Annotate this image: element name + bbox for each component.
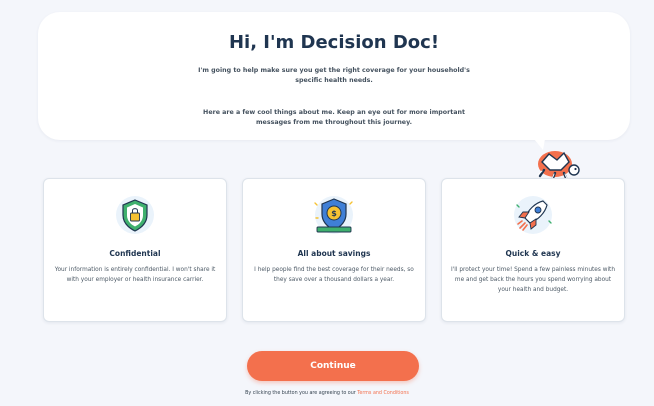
turtle-mascot-icon [537,151,580,180]
speech-bubble-tail [525,128,547,150]
consent-prefix: By clicking the button you are agreeing … [245,391,356,396]
feature-card-savings: $ All about savings I help people find t… [242,178,426,322]
continue-button[interactable]: Continue [247,351,419,381]
terms-consent-text: By clicking the button you are agreeing … [0,391,654,396]
terms-link[interactable]: Terms and Conditions [357,391,409,396]
speech-bubble: Hi, I'm Decision Doc! I'm going to help … [38,12,630,140]
rocket-icon [514,196,552,234]
page-title: Hi, I'm Decision Doc! [228,32,440,53]
svg-text:$: $ [331,209,337,218]
feature-card-quick-easy: Quick & easy I'll protect your time! Spe… [441,178,625,322]
feature-card-confidential: Confidential Your information is entirel… [43,178,227,322]
intro-text: I'm going to help make sure you get the … [198,67,470,84]
shield-lock-icon [116,196,154,234]
card-title: Quick & easy [505,249,561,258]
card-title: Confidential [109,249,161,258]
intro-text-secondary: Here are a few cool things about me. Kee… [203,109,465,126]
card-description: Your information is entirely confidentia… [54,267,216,283]
card-description: I help people find the best coverage for… [254,267,414,283]
savings-shield-icon: $ [314,196,353,234]
card-description: I'll protect your time! Spend a few pain… [450,267,616,293]
card-title: All about savings [297,249,371,258]
